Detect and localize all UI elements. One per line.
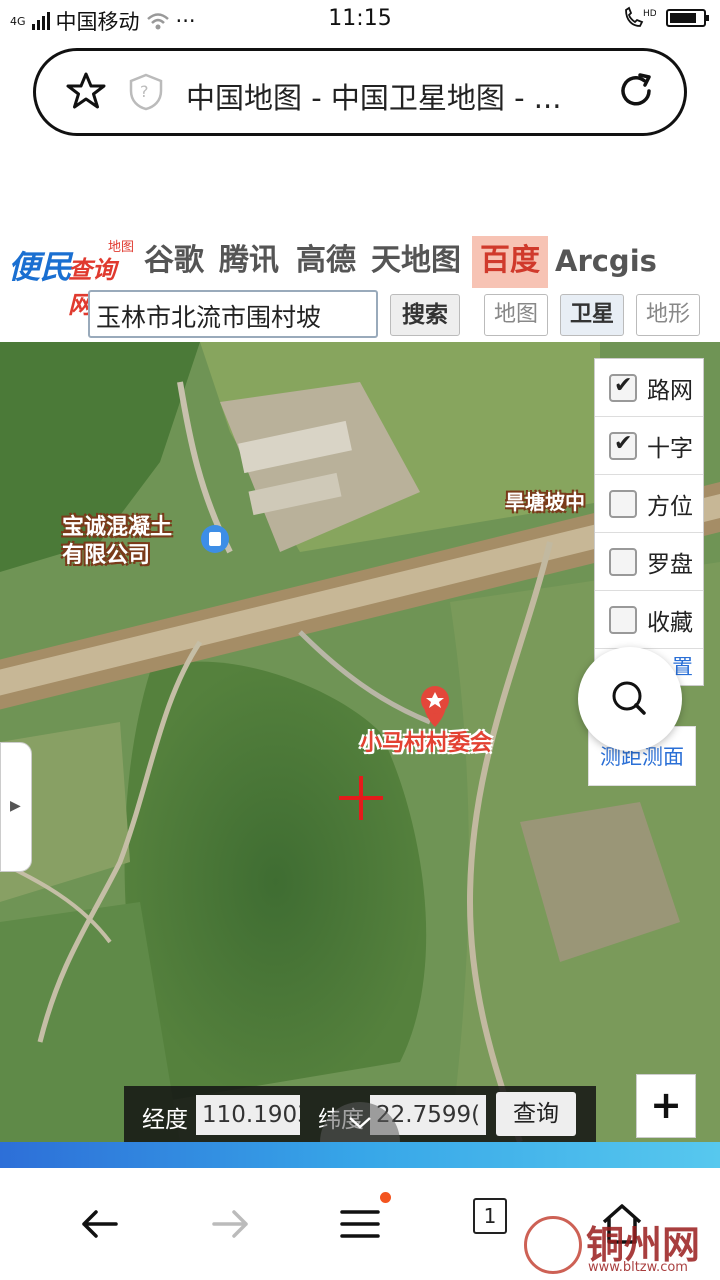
clock: 11:15 [328, 6, 392, 31]
tab-gaode[interactable]: 高德 [296, 236, 356, 288]
zoom-in-button[interactable]: + [636, 1074, 696, 1138]
svg-text:?: ? [140, 82, 149, 101]
layer-direction[interactable]: 方位 [595, 475, 703, 533]
tab-baidu[interactable]: 百度 [472, 236, 548, 288]
longitude-input[interactable]: 110.1903 [196, 1095, 300, 1135]
tab-tencent[interactable]: 腾讯 [219, 236, 279, 288]
checkbox-cross[interactable] [609, 431, 637, 460]
layer-roads[interactable]: 路网 [595, 359, 703, 417]
seal-icon [524, 1216, 582, 1274]
layer-favorites[interactable]: 收藏 [595, 591, 703, 649]
search-row: 玉林市北流市围村坡 搜索 地图 卫星 地形 [0, 290, 720, 342]
reload-icon[interactable] [616, 71, 656, 111]
tabs-button[interactable]: 1 [473, 1198, 507, 1234]
layer-cross[interactable]: 十字 [595, 417, 703, 475]
phone-hd-icon: HD [625, 6, 656, 27]
back-arrow-icon[interactable] [70, 1196, 130, 1252]
hd-label: HD [643, 9, 656, 19]
site-watermark: 铜州网 www.bltzw.com [516, 1210, 720, 1280]
layer-label: 路网 [647, 377, 693, 404]
menu-icon[interactable] [330, 1196, 390, 1252]
logo-tag: 地图 [108, 240, 135, 255]
address-bar[interactable]: ? 中国地图 - 中国卫星地图 - ... [33, 48, 687, 136]
chevron-down-icon [349, 1117, 371, 1129]
side-panel-handle[interactable]: ▶ [0, 742, 32, 872]
watermark-url: www.bltzw.com [588, 1260, 688, 1275]
map-label-village-office[interactable]: 小马村村委会 [360, 730, 492, 758]
checkbox-roads[interactable] [609, 373, 637, 402]
security-shield-icon[interactable]: ? [128, 73, 164, 111]
tab-google[interactable]: 谷歌 [144, 236, 204, 288]
notification-dot [380, 1192, 391, 1203]
layer-label: 十字 [647, 435, 693, 462]
status-bar: 4G 中国移动 ··· 11:15 HD [0, 0, 720, 40]
layer-label: 罗盘 [647, 551, 693, 578]
battery-fill [670, 13, 696, 23]
maptype-map[interactable]: 地图 [484, 294, 548, 336]
center-crosshair [339, 776, 383, 820]
maptype-terrain[interactable]: 地形 [636, 294, 700, 336]
layer-panel: 路网 十字 方位 罗盘 收藏 置 [594, 358, 704, 686]
map-label-company: 宝诚混凝土 有限公司 [62, 515, 173, 568]
tab-arcgis[interactable]: Arcgis [555, 236, 657, 288]
layer-compass[interactable]: 罗盘 [595, 533, 703, 591]
battery-icon [666, 9, 709, 27]
satellite-map[interactable]: 宝诚混凝土 有限公司 小马村村委会 旱塘坡中 ▶ 路网 十字 方位 罗盘 收藏 … [0, 342, 720, 1142]
ad-banner-strip[interactable] [0, 1142, 720, 1168]
map-label-top-right: 旱塘坡中 [505, 490, 585, 514]
site-logo[interactable]: 便民 查询网 地图 [4, 236, 136, 319]
expand-arrow-icon: ▶ [10, 798, 21, 814]
checkbox-direction[interactable] [609, 489, 637, 518]
layer-label: 方位 [647, 493, 693, 520]
checkbox-compass[interactable] [609, 547, 637, 576]
maptype-satellite[interactable]: 卫星 [560, 294, 624, 336]
layer-label: 收藏 [647, 609, 693, 636]
forward-arrow-icon[interactable] [200, 1196, 260, 1252]
longitude-label: 经度 [142, 1107, 188, 1133]
checkbox-favorites[interactable] [609, 605, 637, 634]
bookmark-star-icon[interactable] [66, 71, 106, 111]
map-search-button[interactable] [578, 647, 682, 751]
magnifier-icon [612, 681, 646, 715]
page-title[interactable]: 中国地图 - 中国卫星地图 - ... [186, 75, 606, 117]
tab-tianditu[interactable]: 天地图 [371, 236, 461, 288]
search-input[interactable]: 玉林市北流市围村坡 [88, 290, 378, 338]
logo-main: 便民 [8, 248, 73, 286]
search-button[interactable]: 搜索 [390, 294, 460, 336]
query-button[interactable]: 查询 [496, 1092, 576, 1136]
